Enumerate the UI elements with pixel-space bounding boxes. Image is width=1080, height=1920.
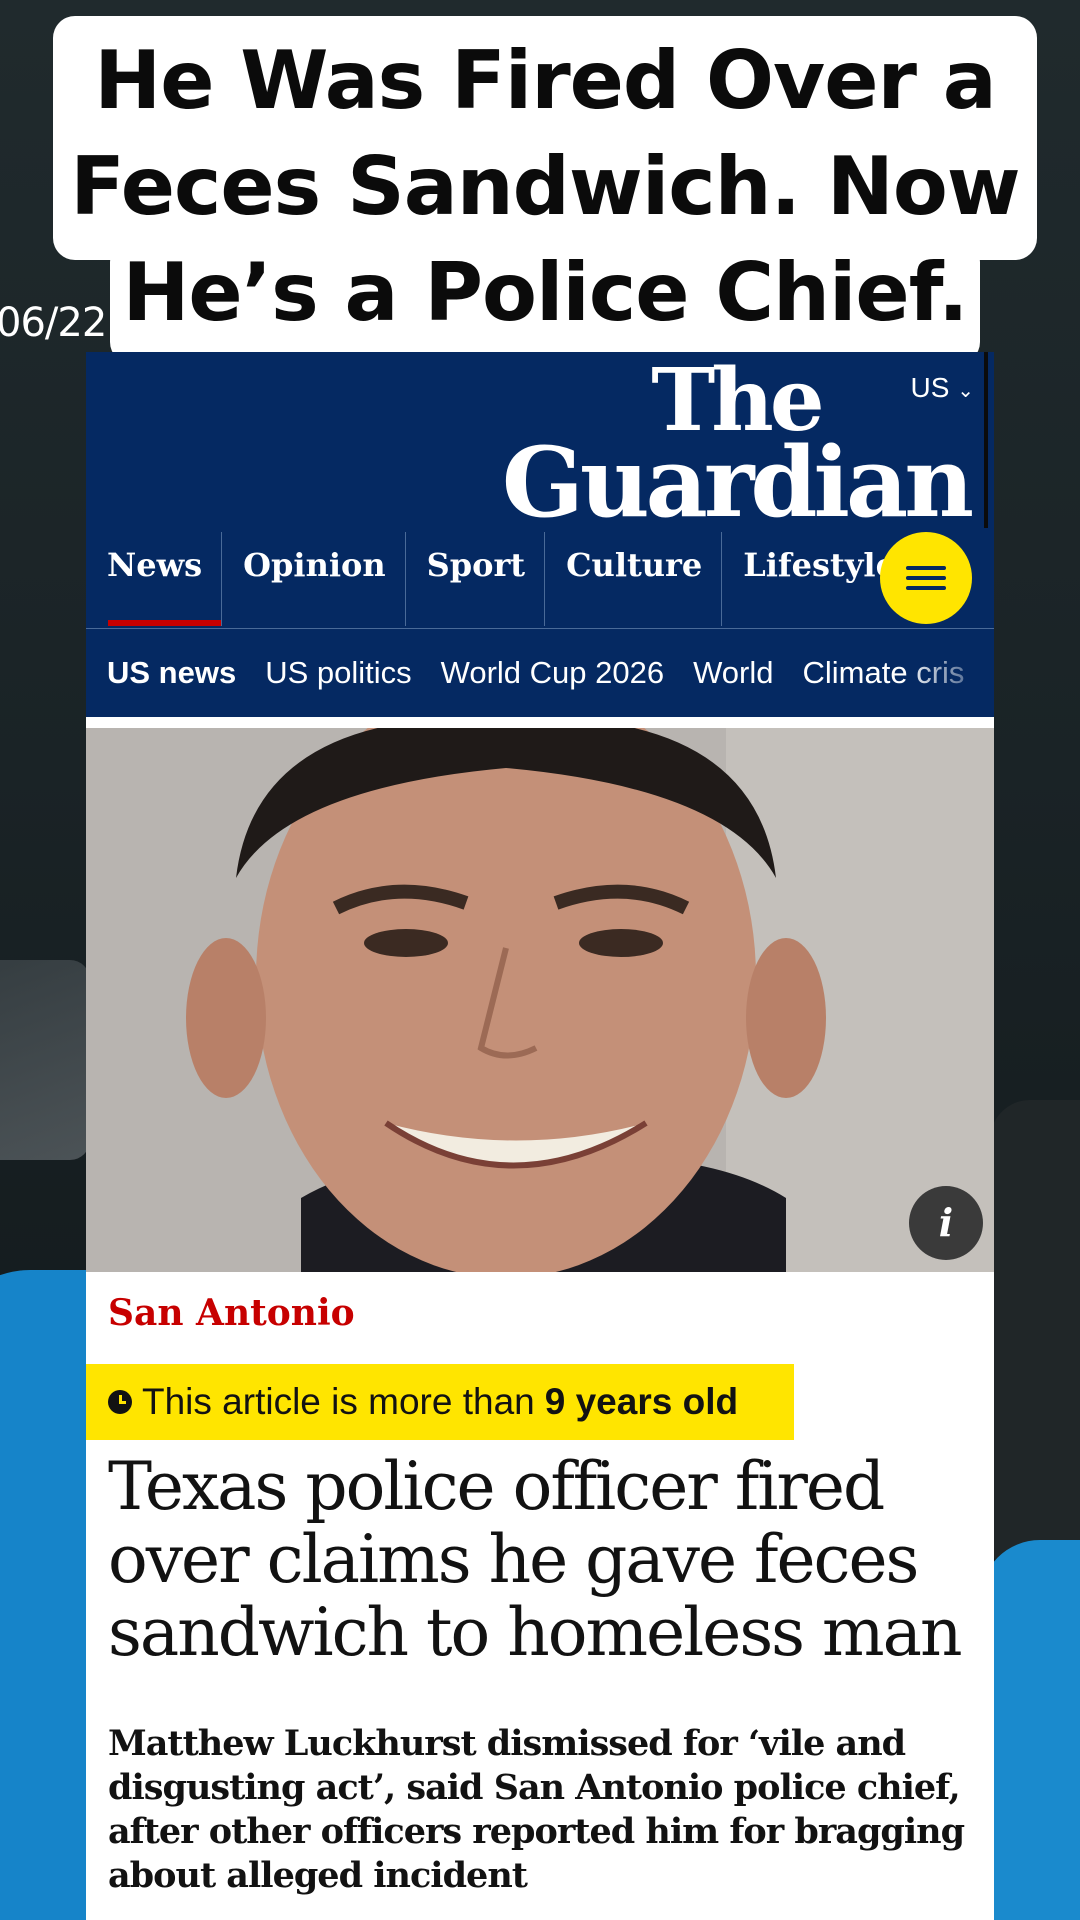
edge-divider	[984, 352, 988, 528]
video-caption: He Was Fired Over a Feces Sandwich. Now …	[53, 28, 1037, 346]
pillar-opinion[interactable]: Opinion	[222, 532, 406, 626]
pillar-label: Culture	[566, 546, 703, 584]
subnav-fade	[904, 629, 994, 717]
image-info-button[interactable]: i	[909, 1186, 983, 1260]
subnav-us-politics[interactable]: US politics	[250, 655, 425, 691]
pillar-label: Sport	[426, 546, 526, 584]
car-window	[0, 960, 90, 1160]
subnav-world-cup[interactable]: World Cup 2026	[426, 655, 678, 691]
caption-line-3: He’s a Police Chief.	[122, 246, 968, 339]
pillar-culture[interactable]: Culture	[545, 532, 723, 626]
guardian-logo[interactable]: The Guardian	[501, 358, 974, 539]
pillar-news[interactable]: News	[86, 532, 223, 626]
pillar-label: Opinion	[243, 546, 386, 584]
article-age-notice: This article is more than 9 years old	[86, 1364, 794, 1440]
subnav-us-news[interactable]: US news	[86, 655, 250, 691]
menu-icon	[906, 566, 946, 570]
caption-line-1: He Was Fired Over a	[94, 34, 997, 127]
pillar-sport[interactable]: Sport	[406, 532, 546, 626]
active-pillar-indicator	[108, 620, 222, 626]
article-photo	[86, 728, 994, 1272]
article-headline: Texas police officer fired over claims h…	[108, 1448, 962, 1671]
guardian-article-screenshot: US ⌄ The Guardian News Opinion Sport Cul…	[86, 352, 994, 1920]
guardian-masthead: US ⌄ The Guardian News Opinion Sport Cul…	[86, 352, 994, 629]
info-icon: i	[938, 1200, 954, 1245]
menu-button[interactable]	[880, 532, 972, 624]
clock-icon	[108, 1390, 132, 1414]
section-tag[interactable]: San Antonio	[108, 1292, 355, 1334]
age-notice-text: This article is more than	[142, 1381, 535, 1422]
menu-icon	[906, 576, 946, 580]
car-seat	[990, 1100, 1080, 1580]
pillar-nav: News Opinion Sport Culture Lifestyle	[86, 532, 994, 629]
age-notice-bold: 9 years old	[544, 1381, 739, 1422]
pillar-label: Lifestyle	[743, 546, 896, 584]
presenter-shirt-right	[980, 1540, 1080, 1920]
mugshot-illustration	[86, 728, 994, 1272]
pillar-label: News	[107, 546, 203, 584]
caption-line-2: Feces Sandwich. Now	[70, 140, 1020, 233]
section-subnav: US news US politics World Cup 2026 World…	[86, 629, 994, 717]
article-standfirst: Matthew Luckhurst dismissed for ‘vile an…	[108, 1723, 965, 1896]
menu-icon	[906, 586, 946, 590]
logo-guardian: Guardian	[501, 426, 974, 539]
subnav-world[interactable]: World	[678, 655, 787, 691]
